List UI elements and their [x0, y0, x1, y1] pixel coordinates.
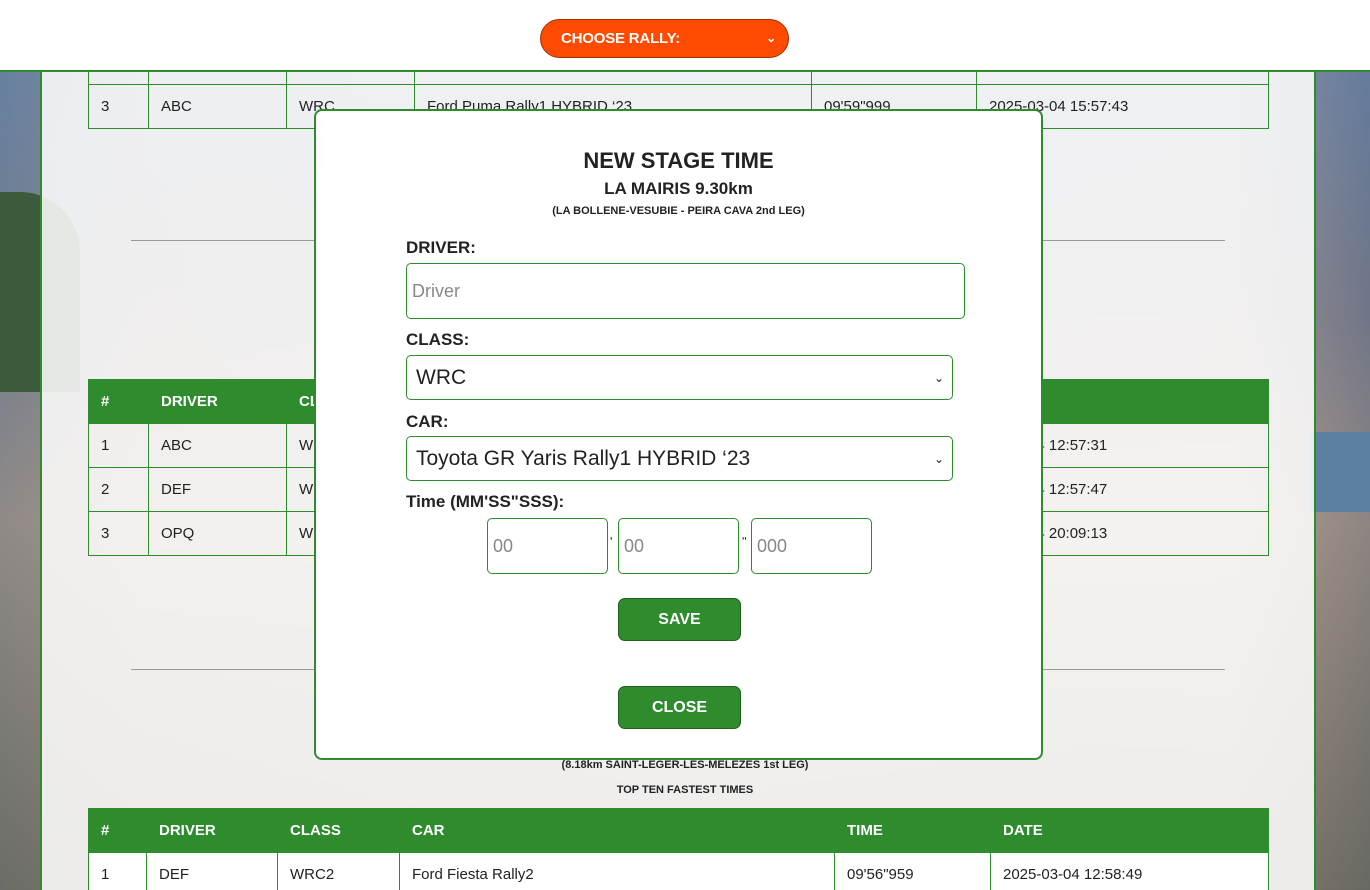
choose-rally-label: CHOOSE RALLY:	[561, 30, 681, 47]
header-class: CLASS	[277, 808, 400, 853]
modal-stage-name: LA MAIRIS 9.30km	[604, 179, 753, 198]
chevron-down-icon: ⌄	[933, 451, 944, 466]
minutes-separator: '	[610, 534, 613, 549]
header-pos: #	[88, 808, 147, 853]
header-time: TIME	[834, 808, 991, 853]
header-car: CAR	[399, 808, 835, 853]
header-pos: #	[88, 379, 149, 424]
milliseconds-input[interactable]: 000	[751, 518, 872, 574]
cell-driver: ABC	[148, 83, 287, 129]
time-label: Time (MM'SS"SSS):	[406, 492, 565, 511]
cell-car: Ford Fiesta Rally2	[399, 852, 835, 890]
cell-driver: DEF	[148, 467, 287, 512]
seconds-placeholder: 00	[624, 535, 645, 556]
car-value: Toyota GR Yaris Rally1 HYBRID ‘23	[416, 446, 751, 470]
cell-pos: 1	[88, 852, 147, 890]
cell-driver: ABC	[148, 423, 287, 468]
class-value: WRC	[416, 365, 467, 389]
cell-driver: OPQ	[148, 511, 287, 556]
class-select[interactable]: WRC ⌄	[406, 355, 953, 400]
cell-driver: DEF	[146, 852, 278, 890]
cell-class: WRC2	[277, 852, 400, 890]
table-row	[88, 72, 1269, 85]
driver-label: DRIVER:	[406, 238, 476, 257]
table-header-row: # DRIVER CLASS CAR TIME DATE	[88, 808, 1269, 853]
new-stage-time-modal: NEW STAGE TIME LA MAIRIS 9.30km (LA BOLL…	[314, 109, 1043, 760]
cell-pos: 2	[88, 467, 149, 512]
background-sea	[1310, 432, 1370, 512]
minutes-placeholder: 00	[493, 535, 514, 556]
driver-placeholder: Driver	[412, 280, 460, 301]
modal-title: NEW STAGE TIME	[583, 148, 774, 173]
cell-pos: 3	[88, 511, 149, 556]
table-row: 1 DEF WRC2 Ford Fiesta Rally2 09'56"959 …	[88, 852, 1269, 890]
header-date: DATE	[990, 808, 1269, 853]
class-label: CLASS:	[406, 330, 470, 349]
driver-input[interactable]: Driver	[406, 263, 965, 319]
top-bar: CHOOSE RALLY: ⌄	[0, 0, 1370, 72]
cell-date: 2025-03-04 12:58:49	[990, 852, 1269, 890]
modal-stage-detail: (LA BOLLENE-VESUBIE - PEIRA CAVA 2nd LEG…	[552, 205, 805, 217]
car-select[interactable]: Toyota GR Yaris Rally1 HYBRID ‘23 ⌄	[406, 436, 953, 481]
save-button[interactable]: SAVE	[618, 598, 741, 641]
seconds-input[interactable]: 00	[618, 518, 739, 574]
close-button[interactable]: CLOSE	[618, 686, 741, 729]
header-driver: DRIVER	[146, 808, 278, 853]
chevron-down-icon: ⌄	[933, 370, 944, 385]
choose-rally-select[interactable]: CHOOSE RALLY: ⌄	[540, 19, 789, 58]
results-table-bottom: # DRIVER CLASS CAR TIME DATE 1 DEF WRC2 …	[88, 808, 1269, 890]
top-ten-title: TOP TEN FASTEST TIMES	[616, 784, 754, 796]
cell-pos: 1	[88, 423, 149, 468]
seconds-separator: "	[742, 534, 747, 549]
chevron-down-icon: ⌄	[766, 31, 776, 45]
header-driver: DRIVER	[148, 379, 287, 424]
cell-time: 09'56"959	[834, 852, 991, 890]
stage-subtitle: (8.18km SAINT-LEGER-LES-MELEZES 1st LEG)	[561, 759, 809, 771]
cell-pos: 3	[88, 83, 149, 129]
car-label: CAR:	[406, 412, 449, 431]
minutes-input[interactable]: 00	[487, 518, 608, 574]
milliseconds-placeholder: 000	[757, 535, 788, 556]
